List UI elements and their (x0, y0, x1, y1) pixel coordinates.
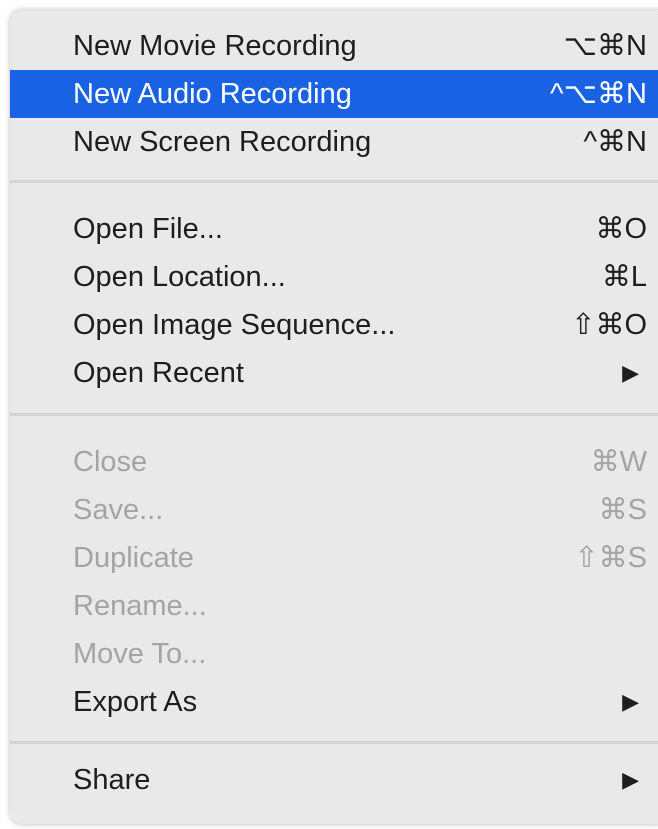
menu-item-open-recent[interactable]: Open Recent ▶ (10, 349, 658, 397)
keyboard-shortcut: ⌘L (601, 261, 647, 293)
menu-item-label: Open Image Sequence... (73, 309, 396, 341)
menu-item-label: New Audio Recording (73, 78, 352, 110)
menu-item-new-movie-recording[interactable]: New Movie Recording ⌥⌘N (10, 22, 658, 70)
keyboard-shortcut: ⌥⌘N (563, 30, 647, 62)
keyboard-shortcut: ⇧⌘O (571, 309, 647, 341)
menu-separator (10, 413, 658, 416)
menu-item-label: Close (73, 446, 148, 478)
menu-item-export-as[interactable]: Export As ▶ (10, 678, 658, 726)
menu-item-save[interactable]: Save... ⌘S (10, 486, 658, 534)
submenu-arrow-icon: ▶ (622, 689, 639, 714)
menu-item-label: Rename... (73, 590, 207, 622)
menu-item-label: Share (73, 764, 151, 796)
menu-item-close[interactable]: Close ⌘W (10, 438, 658, 486)
menu-item-share[interactable]: Share ▶ (10, 756, 658, 804)
menu-item-new-screen-recording[interactable]: New Screen Recording ^⌘N (10, 118, 658, 166)
menu-separator (10, 741, 658, 744)
file-menu: New Movie Recording ⌥⌘N New Audio Record… (10, 10, 658, 824)
keyboard-shortcut: ^⌘N (583, 126, 647, 158)
menu-item-open-location[interactable]: Open Location... ⌘L (10, 253, 658, 301)
menu-item-label: Export As (73, 686, 198, 718)
keyboard-shortcut: ⌘S (598, 494, 647, 526)
menu-item-label: Move To... (73, 638, 207, 670)
menu-item-new-audio-recording[interactable]: New Audio Recording ^⌥⌘N (10, 70, 658, 118)
menu-item-duplicate[interactable]: Duplicate ⇧⌘S (10, 534, 658, 582)
menu-separator (10, 180, 658, 183)
keyboard-shortcut: ⌘O (595, 213, 647, 245)
menu-item-open-image-sequence[interactable]: Open Image Sequence... ⇧⌘O (10, 301, 658, 349)
menu-item-label: New Movie Recording (73, 30, 357, 62)
menu-item-move-to[interactable]: Move To... (10, 630, 658, 678)
menu-item-label: Duplicate (73, 542, 194, 574)
menu-item-open-file[interactable]: Open File... ⌘O (10, 205, 658, 253)
submenu-arrow-icon: ▶ (622, 767, 639, 792)
keyboard-shortcut: ⇧⌘S (574, 542, 647, 574)
menu-item-label: Open Recent (73, 357, 244, 389)
keyboard-shortcut: ^⌥⌘N (550, 78, 647, 110)
keyboard-shortcut: ⌘W (590, 446, 647, 478)
menu-item-rename[interactable]: Rename... (10, 582, 658, 630)
menu-item-label: Open File... (73, 213, 223, 245)
menu-item-label: New Screen Recording (73, 126, 372, 158)
menu-item-label: Save... (73, 494, 164, 526)
menu-item-label: Open Location... (73, 261, 286, 293)
submenu-arrow-icon: ▶ (622, 360, 639, 385)
